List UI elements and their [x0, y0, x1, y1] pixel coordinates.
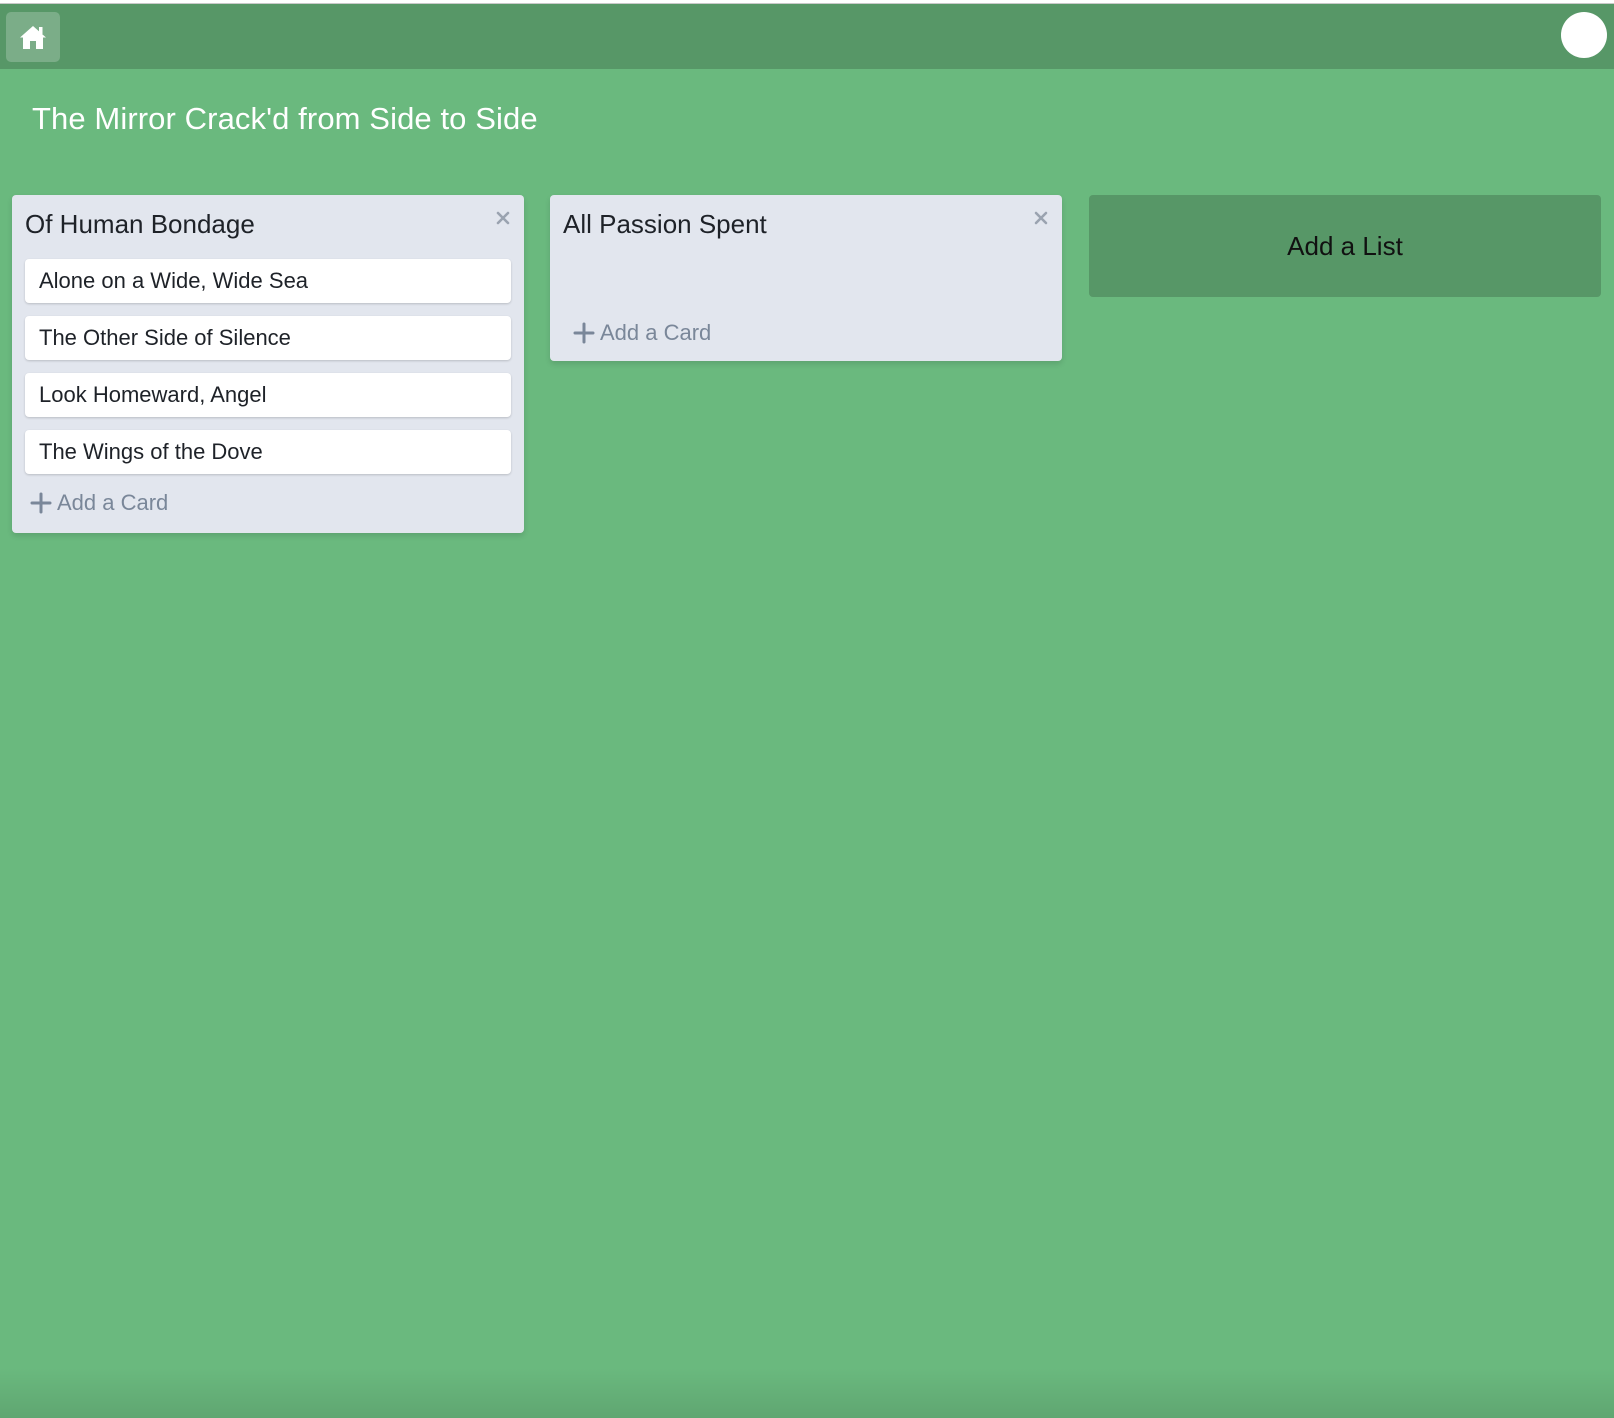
- board-app: The Mirror Crack'd from Side to Side Of …: [0, 3, 1614, 1418]
- add-card-label: Add a Card: [57, 490, 169, 515]
- board-title[interactable]: The Mirror Crack'd from Side to Side: [32, 100, 538, 137]
- avatar[interactable]: [1561, 12, 1607, 58]
- plus-icon: [30, 492, 52, 514]
- list-title[interactable]: Of Human Bondage: [25, 208, 511, 240]
- close-icon: [495, 210, 511, 226]
- card[interactable]: The Wings of the Dove: [25, 430, 511, 474]
- list-title[interactable]: All Passion Spent: [563, 208, 1049, 240]
- list-of-human-bondage: Of Human Bondage Alone on a Wide, Wide S…: [12, 195, 524, 533]
- delete-list-button[interactable]: [1028, 205, 1054, 231]
- add-list-button[interactable]: Add a List: [1089, 195, 1601, 297]
- home-button[interactable]: [6, 12, 60, 62]
- close-icon: [1033, 210, 1049, 226]
- home-icon: [18, 23, 48, 51]
- top-bar: [0, 4, 1614, 69]
- add-card-button[interactable]: Add a Card: [568, 317, 711, 349]
- list-all-passion-spent: All Passion Spent Add a Card: [550, 195, 1062, 361]
- card[interactable]: Alone on a Wide, Wide Sea: [25, 259, 511, 303]
- card[interactable]: The Other Side of Silence: [25, 316, 511, 360]
- delete-list-button[interactable]: [490, 205, 516, 231]
- add-card-label: Add a Card: [600, 320, 712, 345]
- plus-icon: [573, 322, 595, 344]
- add-card-button[interactable]: Add a Card: [25, 487, 511, 519]
- card[interactable]: Look Homeward, Angel: [25, 373, 511, 417]
